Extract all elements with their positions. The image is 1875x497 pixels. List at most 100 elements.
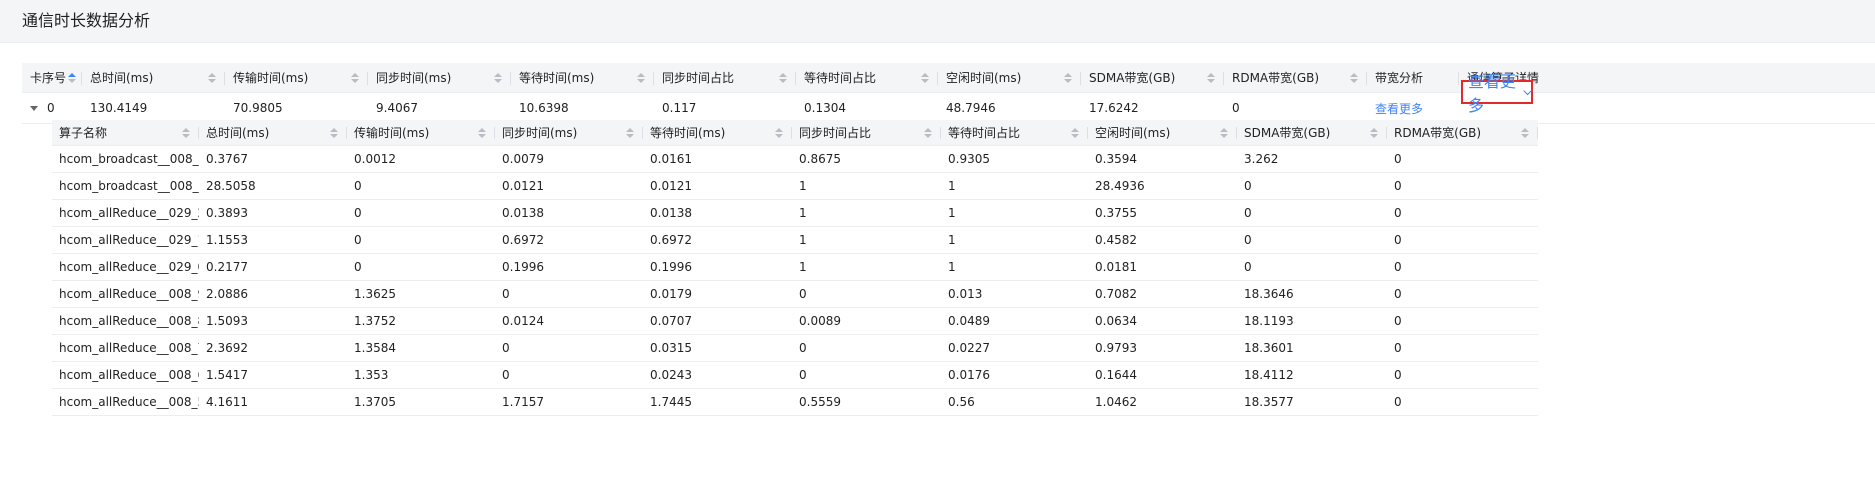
sort-icon[interactable] [1071, 127, 1079, 138]
column-header[interactable]: 传输时间(ms) [347, 120, 495, 145]
sort-desc-icon [1350, 78, 1358, 83]
sort-icon[interactable] [1207, 72, 1215, 83]
column-header[interactable]: RDMA带宽(GB) [1387, 120, 1538, 145]
column-header[interactable]: 同步时间(ms) [495, 120, 643, 145]
sort-icon[interactable] [330, 127, 338, 138]
table-cell: 0.7082 [1088, 281, 1237, 307]
sort-icon[interactable] [637, 72, 645, 83]
sort-icon[interactable] [478, 127, 486, 138]
sort-desc-icon [351, 78, 359, 83]
column-header: 带宽分析 [1367, 63, 1459, 92]
sort-desc-icon [1370, 133, 1378, 138]
cell-value: 0.3893 [206, 206, 248, 220]
table-cell: hcom_allReduce__029_0_1 [52, 254, 199, 280]
table-row: hcom_allReduce__008_6_1 1.5417 1.353 0 0.024… [52, 362, 1538, 389]
cell-value: 70.9805 [233, 101, 283, 115]
sort-asc-icon [1071, 127, 1079, 132]
column-header[interactable]: 空闲时间(ms) [1088, 120, 1237, 145]
table-cell: 0 [1387, 308, 1538, 334]
cell-value: 0 [1244, 179, 1252, 193]
column-header[interactable]: 同步时间占比 [654, 63, 796, 92]
sort-asc-icon [1064, 72, 1072, 77]
cell-value: 0 [1244, 233, 1252, 247]
column-header-label: RDMA带宽(GB) [1394, 126, 1482, 140]
cell-value: 1.3705 [354, 395, 396, 409]
table-cell: 1.3752 [347, 308, 495, 334]
column-header-label: 总时间(ms) [90, 71, 154, 85]
column-header-label: 同步时间占比 [662, 71, 735, 85]
table-cell: 0.0012 [347, 146, 495, 172]
table-row: hcom_allReduce__029_1_1 1.1553 0 0.6972 0.69… [52, 227, 1538, 254]
table-cell: 0 [347, 200, 495, 226]
table-cell: 0.8675 [792, 146, 941, 172]
column-header[interactable]: RDMA带宽(GB) [1224, 63, 1367, 92]
sort-icon[interactable] [1064, 72, 1072, 83]
table-cell: 0.0243 [643, 362, 792, 388]
cell-value: 0 [1394, 287, 1402, 301]
column-header-label: SDMA带宽(GB) [1244, 126, 1331, 140]
sort-icon[interactable] [924, 127, 932, 138]
cell-value: 0.6972 [650, 233, 692, 247]
sort-asc-icon [626, 127, 634, 132]
sort-icon[interactable] [1370, 127, 1378, 138]
cell-value: 1.7445 [650, 395, 692, 409]
sort-asc-icon [775, 127, 783, 132]
sort-icon[interactable] [626, 127, 634, 138]
detail-view-more-link[interactable]: 查看更多 [1468, 68, 1516, 116]
column-header[interactable]: 空闲时间(ms) [938, 63, 1081, 92]
column-header[interactable]: 同步时间(ms) [368, 63, 511, 92]
table-cell: 0.0161 [643, 146, 792, 172]
sort-icon[interactable] [208, 72, 216, 83]
column-header[interactable]: 等待时间占比 [941, 120, 1088, 145]
table-cell: 0.6972 [495, 227, 643, 253]
cell-value: 0.0161 [650, 152, 692, 166]
cell-value: 0.0634 [1095, 314, 1137, 328]
table-cell: 0 [1237, 227, 1387, 253]
column-header[interactable]: SDMA带宽(GB) [1237, 120, 1387, 145]
sort-icon[interactable] [779, 72, 787, 83]
table-cell: 0.0181 [1088, 254, 1237, 280]
column-header[interactable]: 卡序号 [22, 63, 82, 92]
sort-icon[interactable] [182, 127, 190, 138]
cell-value: 0 [1394, 314, 1402, 328]
cell-value: 0 [1394, 341, 1402, 355]
cell-value: 0.0315 [650, 341, 692, 355]
cell-value: 1.5417 [206, 368, 248, 382]
sort-icon[interactable] [68, 72, 76, 83]
cell-value: 1.3752 [354, 314, 396, 328]
table-cell: 0.9305 [941, 146, 1088, 172]
column-header[interactable]: 总时间(ms) [199, 120, 347, 145]
column-header[interactable]: 传输时间(ms) [225, 63, 368, 92]
column-header[interactable]: SDMA带宽(GB) [1081, 63, 1224, 92]
column-header-label: 空闲时间(ms) [946, 71, 1022, 85]
table-cell: 0.1996 [495, 254, 643, 280]
sort-icon[interactable] [775, 127, 783, 138]
sort-icon[interactable] [494, 72, 502, 83]
column-header-label: 同步时间占比 [799, 126, 872, 140]
sort-icon[interactable] [1521, 127, 1529, 138]
sort-icon[interactable] [351, 72, 359, 83]
chevron-down-icon [1523, 85, 1533, 95]
detail-view-more-toggle[interactable]: 查看更多 [1461, 72, 1533, 115]
table-cell: 18.3601 [1237, 335, 1387, 361]
column-header[interactable]: 算子名称 [52, 120, 199, 145]
column-header[interactable]: 等待时间(ms) [511, 63, 654, 92]
column-header[interactable]: 同步时间占比 [792, 120, 941, 145]
bandwidth-view-more-link[interactable]: 查看更多 [1375, 100, 1423, 117]
table-cell: 0.0138 [643, 200, 792, 226]
table-cell: 1.0462 [1088, 389, 1237, 415]
table-cell: 0.56 [941, 389, 1088, 415]
column-header[interactable]: 等待时间(ms) [643, 120, 792, 145]
cell-value: 130.4149 [90, 101, 148, 115]
sort-icon[interactable] [921, 72, 929, 83]
expand-caret-icon[interactable] [30, 105, 38, 111]
column-header[interactable]: 等待时间占比 [796, 63, 938, 92]
sort-icon[interactable] [1350, 72, 1358, 83]
column-header[interactable]: 总时间(ms) [82, 63, 225, 92]
cell-value: 48.7946 [946, 101, 996, 115]
table-cell: 1 [792, 254, 941, 280]
sort-icon[interactable] [1220, 127, 1228, 138]
table-row: hcom_broadcast__008_1_1 0.3767 0.0012 0.007… [52, 146, 1538, 173]
cell-value: hcom_allReduce__008_8_1 [59, 314, 199, 328]
table-cell: 0 [792, 362, 941, 388]
